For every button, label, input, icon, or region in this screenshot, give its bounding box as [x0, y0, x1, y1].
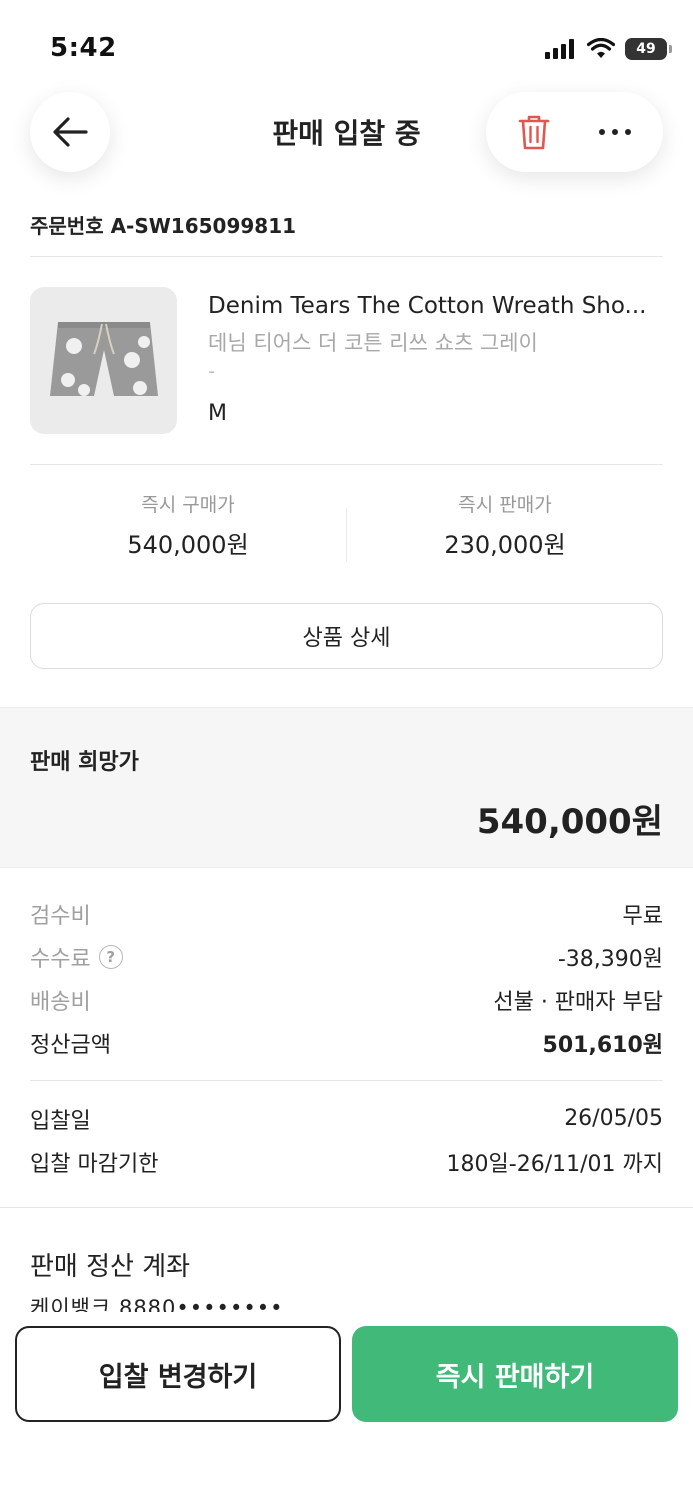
fee-value: 무료	[622, 903, 663, 929]
bid-value: 180일-26/11/01 까지	[446, 1151, 663, 1177]
signal-icon	[545, 39, 574, 59]
divider	[30, 256, 663, 257]
product-image	[30, 287, 177, 434]
bid-label: 입찰일	[30, 1108, 91, 1134]
wifi-icon	[587, 38, 615, 58]
fee-row-commission: 수수료 ? -38,390원	[30, 935, 663, 978]
fee-label: 검수비	[30, 903, 91, 929]
fee-label: 정산금액	[30, 1032, 111, 1058]
bid-row-date: 입찰일 26/05/05	[30, 1097, 663, 1140]
fee-list: 검수비 무료 수수료 ? -38,390원 배송비 선불 · 판매자 부담 정산…	[30, 892, 663, 1064]
nav-bar: 판매 입찰 중	[0, 92, 693, 174]
bid-row-deadline: 입찰 마감기한 180일-26/11/01 까지	[30, 1140, 663, 1183]
settlement-account-value: 케이뱅크 8880••••••••	[30, 1296, 284, 1314]
fee-label-wrap: 수수료 ?	[30, 941, 123, 973]
status-icons: 49	[545, 38, 672, 60]
fee-value: 선불 · 판매자 부담	[493, 989, 663, 1015]
settlement-account-title: 판매 정산 계좌	[30, 1252, 191, 1282]
fee-value: 501,610원	[542, 1032, 663, 1058]
product-card[interactable]: Denim Tears The Cotton Wreath Sho... 데님 …	[30, 287, 663, 435]
order-number: 주문번호 A-SW165099811	[30, 214, 297, 238]
fee-label: 배송비	[30, 989, 91, 1015]
delete-button[interactable]	[504, 102, 564, 162]
bid-value: 26/05/05	[564, 1106, 663, 1131]
product-name-korean: 데님 티어스 더 코튼 리쓰 쇼츠 그레이	[208, 331, 538, 355]
sell-now-button[interactable]: 즉시 판매하기	[352, 1326, 678, 1422]
status-bar: 5:42 49	[0, 0, 693, 92]
more-button[interactable]	[585, 102, 645, 162]
battery-icon: 49	[625, 38, 672, 60]
product-option: -	[208, 359, 216, 383]
bid-info-list: 입찰일 26/05/05 입찰 마감기한 180일-26/11/01 까지	[30, 1097, 663, 1183]
sell-now-value: 230,000원	[444, 531, 566, 559]
divider	[30, 1080, 663, 1081]
divider	[30, 464, 663, 465]
product-name: Denim Tears The Cotton Wreath Sho...	[208, 293, 647, 319]
buy-now-value: 540,000원	[127, 531, 249, 559]
status-time: 5:42	[50, 33, 117, 63]
fee-row-shipping: 배송비 선불 · 판매자 부담	[30, 978, 663, 1021]
wish-price-section: 판매 희망가 540,000원	[0, 707, 693, 868]
product-size: M	[208, 401, 227, 426]
wish-price-value: 540,000원	[476, 802, 663, 842]
fee-row-settlement: 정산금액 501,610원	[30, 1021, 663, 1064]
trash-icon	[518, 115, 550, 150]
sell-now-price: 즉시 판매가 230,000원	[347, 490, 663, 560]
wish-price-label: 판매 희망가	[30, 750, 139, 775]
more-icon	[598, 129, 631, 135]
help-icon[interactable]: ?	[98, 944, 123, 969]
fee-row-inspection: 검수비 무료	[30, 892, 663, 935]
header-actions	[486, 92, 663, 172]
fee-value: -38,390원	[557, 946, 663, 972]
divider	[0, 1207, 693, 1208]
bid-label: 입찰 마감기한	[30, 1151, 159, 1177]
buy-now-price: 즉시 구매가 540,000원	[30, 490, 346, 560]
fee-label: 수수료	[30, 946, 91, 972]
product-detail-button[interactable]: 상품 상세	[30, 603, 663, 669]
instant-prices: 즉시 구매가 540,000원 즉시 판매가 230,000원	[30, 490, 663, 570]
sell-now-label: 즉시 판매가	[458, 494, 552, 516]
buy-now-label: 즉시 구매가	[141, 494, 235, 516]
change-bid-button[interactable]: 입찰 변경하기	[15, 1326, 341, 1422]
bottom-action-bar: 입찰 변경하기 즉시 판매하기	[0, 1312, 693, 1500]
